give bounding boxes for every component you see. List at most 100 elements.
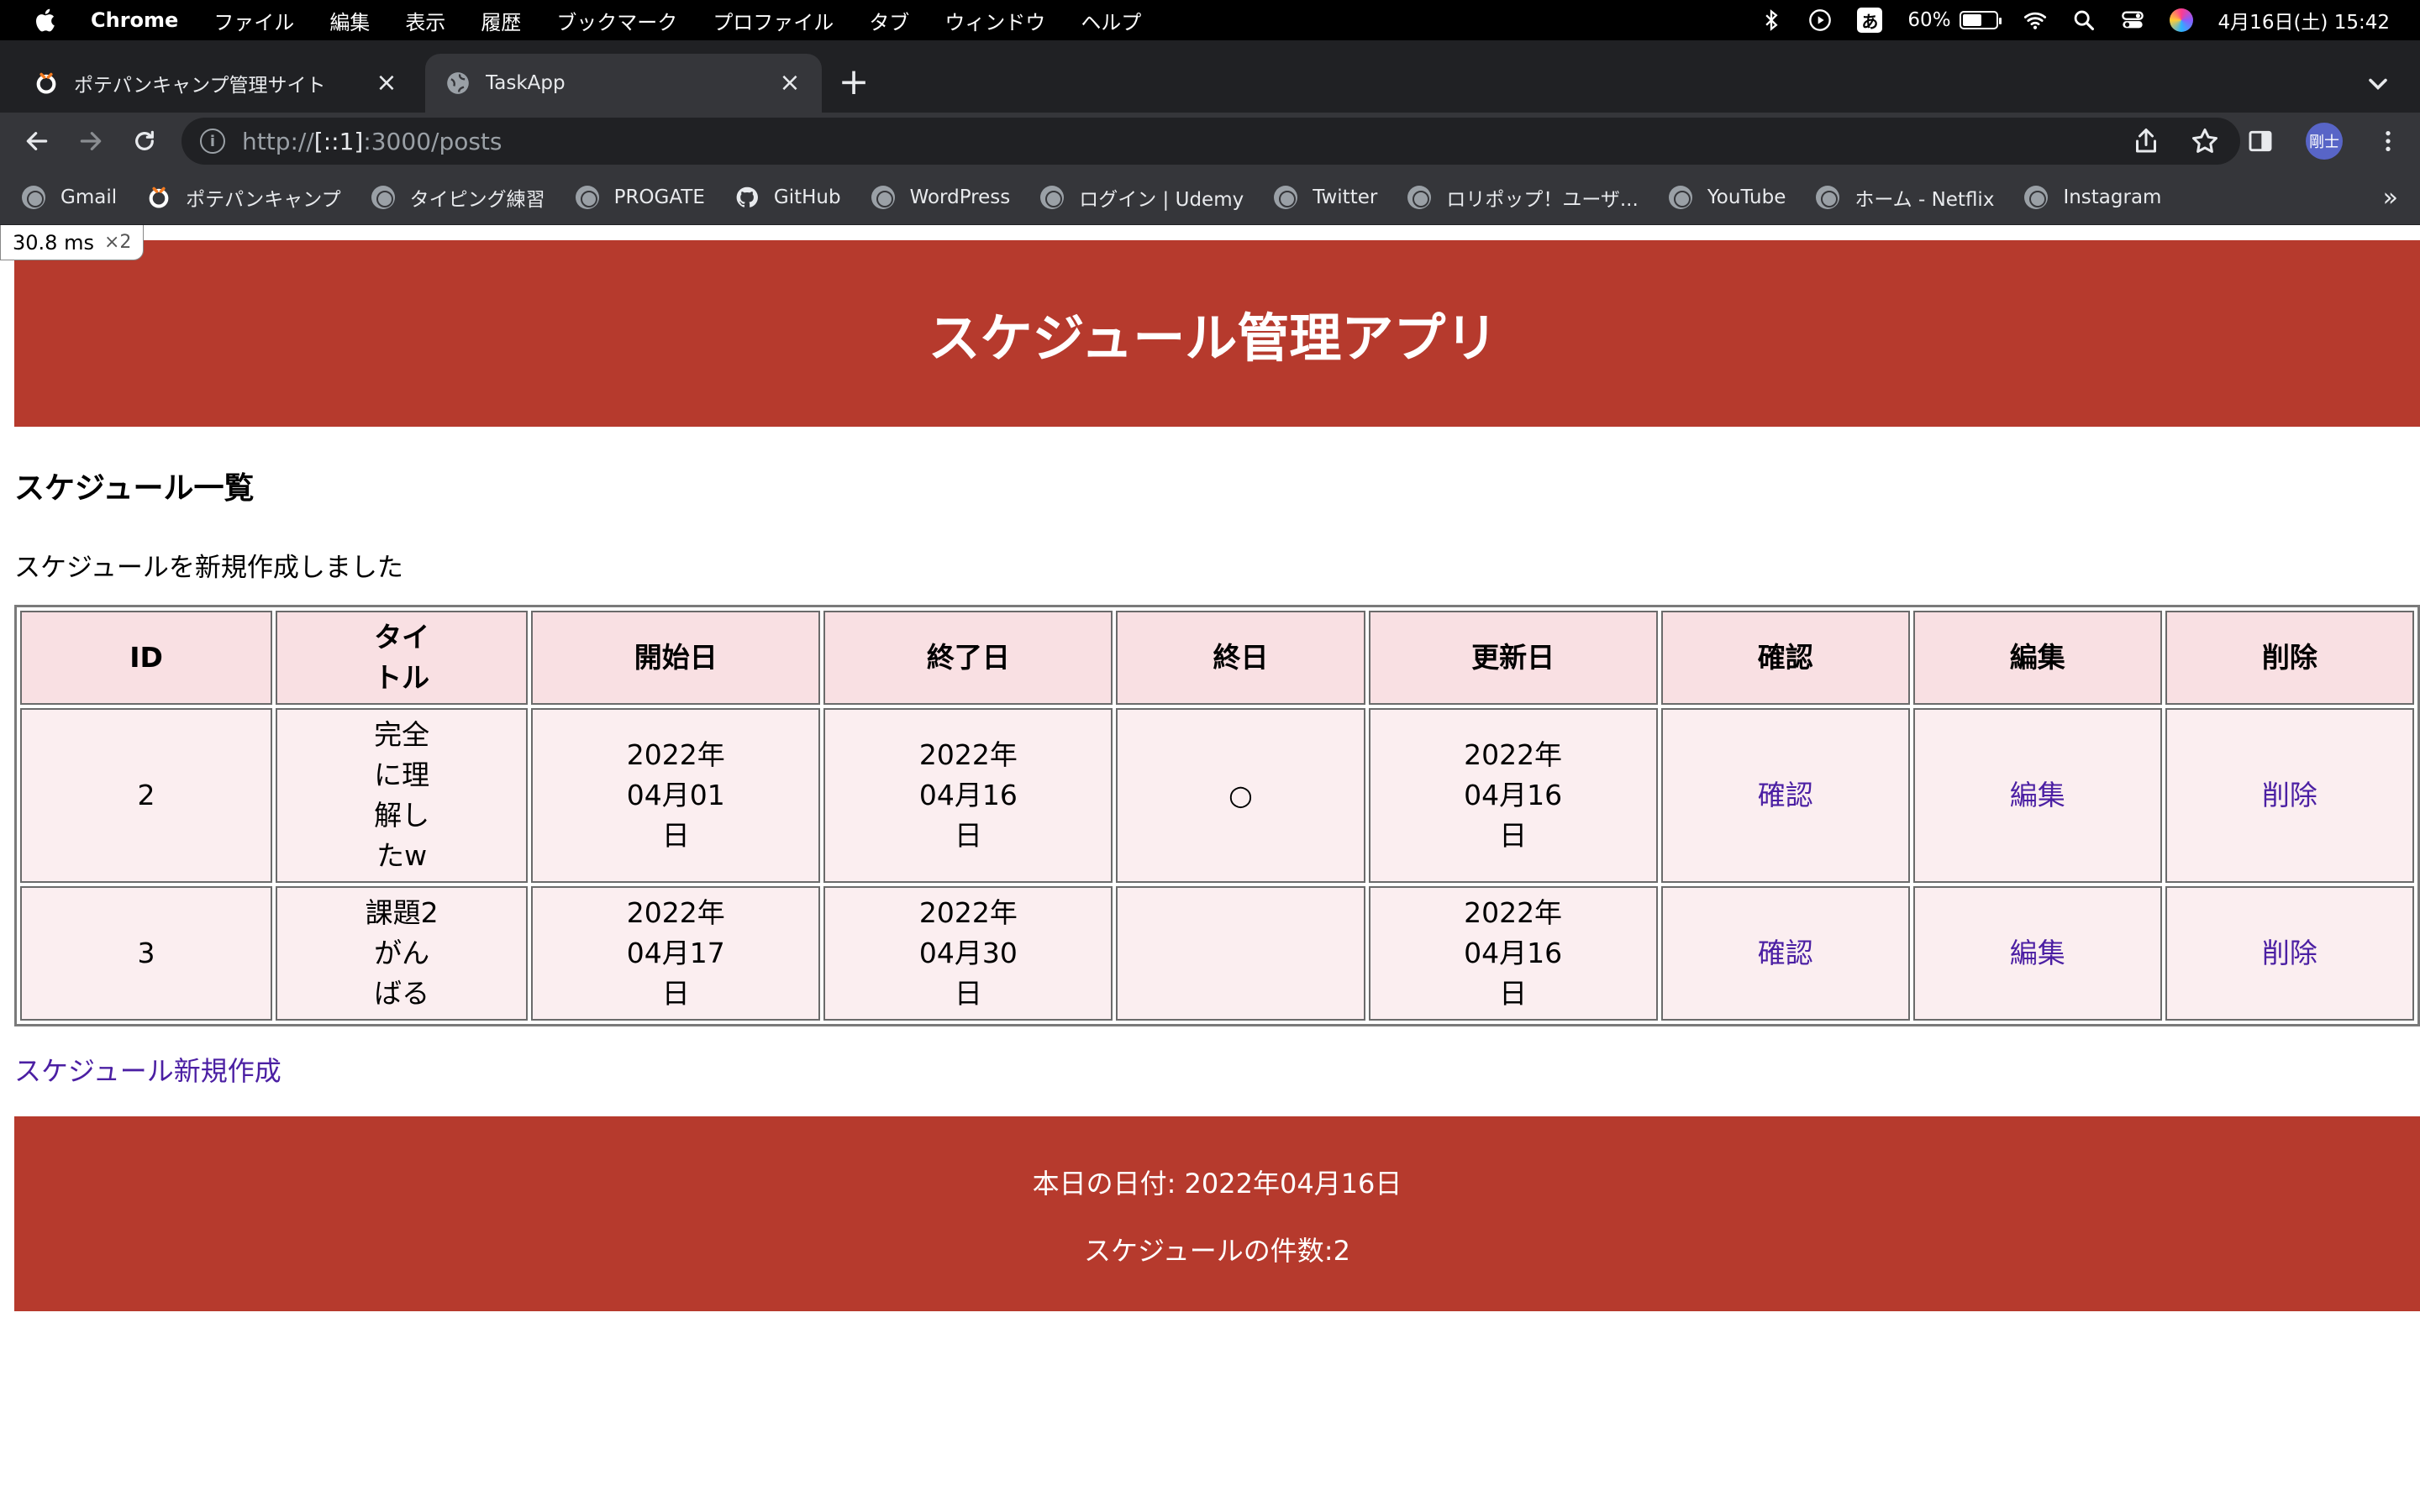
address-bar[interactable]: i http://[::1]:3000/posts [182, 118, 2240, 165]
new-tab-button[interactable]: + [835, 64, 872, 102]
forward-button[interactable] [74, 124, 108, 158]
battery-level-fill [1962, 14, 1982, 26]
cell-start-date: 2022年 04月17 日 [531, 886, 821, 1021]
bookmark-youtube[interactable]: YouTube [1668, 185, 1786, 209]
app-title: スケジュール管理アプリ [928, 307, 1498, 369]
site-info-icon[interactable]: i [200, 129, 225, 154]
bluetooth-icon[interactable] [1760, 8, 1783, 32]
potepan-logo-icon [34, 71, 59, 96]
column-header-updated: 更新日 [1368, 611, 1658, 705]
bookmarks-bar: Gmail ポテパンキャンプ タイピング練習 PROGATE GitHub Wo… [0, 170, 2420, 225]
bookmark-udemy[interactable]: ログイン | Udemy [1040, 183, 1244, 212]
bookmark-lolipop[interactable]: ロリポップ！ユーザ... [1407, 183, 1639, 212]
bookmarks-overflow-icon[interactable]: » [2383, 183, 2398, 213]
flash-notice: スケジュールを新規作成しました [14, 553, 403, 583]
tab-title: TaskApp [486, 72, 566, 94]
profile-avatar[interactable]: 剛士 [2306, 123, 2343, 160]
cell-start-date: 2022年 04月01 日 [531, 708, 821, 883]
spotlight-search-icon[interactable] [2072, 8, 2096, 32]
cell-id: 2 [20, 708, 273, 883]
bookmark-instagram[interactable]: Instagram [2024, 185, 2161, 209]
table-row: 2 完全 に理 解し たw 2022年 04月01 日 2022年 04月16 日 ○ 202… [20, 708, 2414, 883]
menu-window[interactable]: ウィンドウ [944, 6, 1045, 35]
cell-all-day [1116, 886, 1365, 1021]
globe-icon [371, 185, 395, 209]
share-icon[interactable] [2131, 126, 2161, 156]
battery-indicator[interactable]: 60% [1907, 9, 2002, 31]
globe-icon [22, 185, 45, 209]
cell-title: 完全 に理 解し たw [276, 708, 529, 883]
menu-tab[interactable]: タブ [869, 6, 909, 35]
siri-icon[interactable] [2169, 8, 2193, 32]
cell-edit: 編集 [1912, 886, 2162, 1021]
new-schedule-link[interactable]: スケジュール新規作成 [14, 1050, 281, 1089]
globe-icon [2024, 185, 2049, 209]
tab-taskapp[interactable]: TaskApp × [425, 54, 822, 113]
menu-profiles[interactable]: プロファイル [713, 6, 834, 35]
menu-history[interactable]: 履歴 [481, 6, 521, 35]
delete-link[interactable]: 削除 [2262, 779, 2317, 811]
cell-all-day: ○ [1116, 708, 1365, 883]
page-viewport: 30.8 ms ×2 スケジュール管理アプリ スケジュール一覧 スケジュールを新規… [0, 225, 2420, 1512]
table-row: 3 課題2 がん ばる 2022年 04月17 日 2022年 04月30 日 2022年 0… [20, 886, 2414, 1021]
bookmark-github[interactable]: GitHub [735, 186, 841, 209]
cell-title: 課題2 がん ばる [276, 886, 529, 1021]
macos-menu-bar: Chrome ファイル 編集 表示 履歴 ブックマーク プロファイル タブ ウィ… [0, 0, 2420, 40]
cell-delete: 削除 [2165, 708, 2414, 883]
wifi-icon[interactable] [2023, 8, 2047, 32]
more-menu-icon[interactable] [2373, 126, 2403, 156]
menu-help[interactable]: ヘルプ [1081, 6, 1141, 35]
footer-schedule-count: スケジュールの件数:2 [1084, 1235, 1350, 1267]
edit-link[interactable]: 編集 [2010, 937, 2065, 969]
column-header-all-day: 終日 [1116, 611, 1365, 705]
bookmark-wordpress[interactable]: WordPress [871, 185, 1010, 209]
show-link[interactable]: 確認 [1758, 937, 1813, 969]
cell-updated: 2022年 04月16 日 [1368, 886, 1658, 1021]
tab-strip: ポテパンキャンプ管理サイト × TaskApp × + [0, 40, 2420, 113]
url-text[interactable]: http://[::1]:3000/posts [242, 128, 502, 155]
battery-percent: 60% [1907, 9, 1951, 31]
tab-search-icon[interactable] [2363, 69, 2396, 102]
bookmark-twitter[interactable]: Twitter [1274, 185, 1377, 209]
cell-end-date: 2022年 04月16 日 [823, 708, 1113, 883]
github-icon [735, 186, 759, 209]
cell-show: 確認 [1660, 708, 1910, 883]
delete-link[interactable]: 削除 [2262, 937, 2317, 969]
media-play-icon[interactable] [1808, 8, 1832, 32]
cell-updated: 2022年 04月16 日 [1368, 708, 1658, 883]
close-tab-icon[interactable]: × [778, 71, 802, 96]
globe-icon [1668, 185, 1692, 209]
globe-icon [871, 185, 895, 209]
reload-button[interactable] [128, 124, 161, 158]
menu-app-chrome[interactable]: Chrome [91, 8, 178, 32]
bookmark-netflix[interactable]: ホーム - Netflix [1816, 183, 1994, 212]
control-center-icon[interactable] [2121, 8, 2144, 32]
close-tab-icon[interactable]: × [375, 71, 398, 96]
show-link[interactable]: 確認 [1758, 779, 1813, 811]
cell-edit: 編集 [1912, 708, 2162, 883]
tab-potepan[interactable]: ポテパンキャンプ管理サイト × [13, 54, 418, 113]
app-footer: 本日の日付: 2022年04月16日 スケジュールの件数:2 [14, 1116, 2420, 1311]
bookmark-star-icon[interactable] [2190, 126, 2220, 156]
column-header-edit: 編集 [1912, 611, 2162, 705]
cell-delete: 削除 [2165, 886, 2414, 1021]
menu-edit[interactable]: 編集 [329, 6, 370, 35]
input-method-icon[interactable]: あ [1857, 8, 1883, 33]
bookmark-potepan[interactable]: ポテパンキャンプ [147, 183, 341, 212]
edit-link[interactable]: 編集 [2010, 779, 2065, 811]
bookmark-gmail[interactable]: Gmail [22, 185, 117, 209]
menu-bookmarks[interactable]: ブックマーク [556, 6, 677, 35]
column-header-delete: 削除 [2165, 611, 2414, 705]
back-button[interactable] [20, 124, 54, 158]
menubar-clock[interactable]: 4月16日(土) 15:42 [2218, 6, 2390, 34]
schedule-table: ID タイ トル 開始日 終了日 終日 更新日 確認 編集 削除 2 完全 に理 解し… [14, 605, 2420, 1026]
tab-title: ポテパンキャンプ管理サイト [74, 75, 326, 97]
menu-view[interactable]: 表示 [405, 6, 445, 35]
globe-icon [1816, 185, 1840, 209]
column-header-end: 終了日 [823, 611, 1113, 705]
apple-menu-icon[interactable] [32, 8, 57, 33]
side-panel-icon[interactable] [2245, 126, 2275, 156]
bookmark-progate[interactable]: PROGATE [575, 185, 705, 209]
menu-file[interactable]: ファイル [213, 6, 294, 35]
bookmark-typing[interactable]: タイピング練習 [371, 183, 545, 212]
